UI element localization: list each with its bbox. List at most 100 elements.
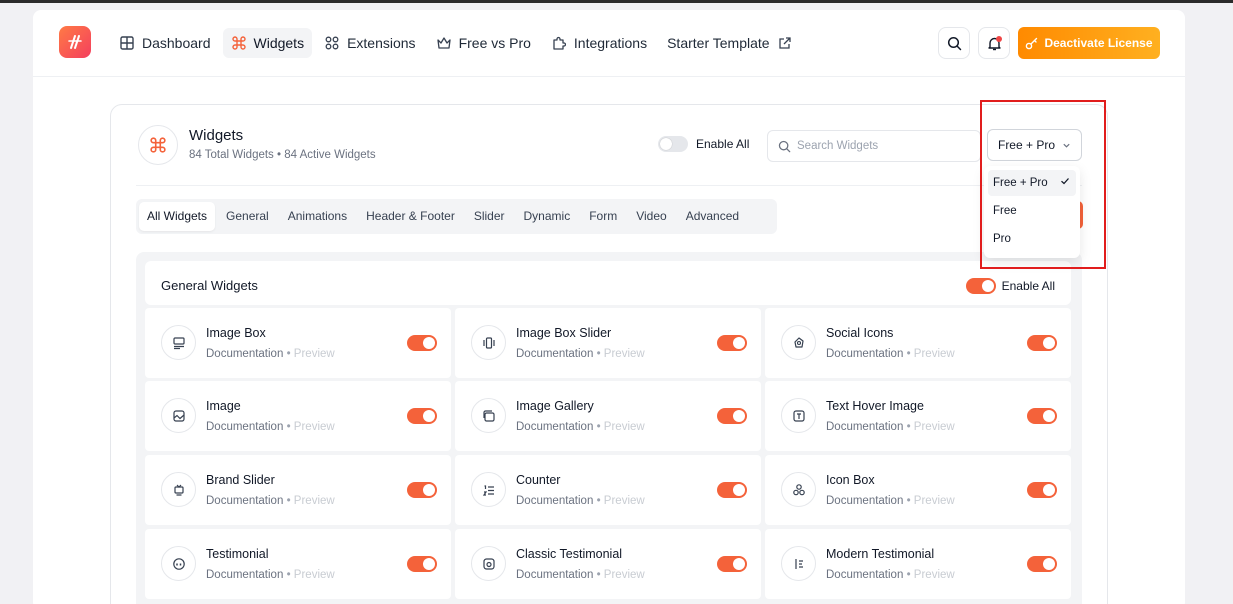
preview-link[interactable]: Preview [914, 569, 955, 581]
search-widgets-input[interactable] [797, 140, 967, 152]
widget-card: Image Box Slider Documentation • Preview [455, 308, 761, 378]
social-icon [781, 325, 816, 360]
tab-advanced[interactable]: Advanced [678, 202, 747, 231]
documentation-link[interactable]: Documentation [516, 421, 593, 433]
documentation-link[interactable]: Documentation [206, 495, 283, 507]
brand-slider-icon [161, 472, 196, 507]
widget-toggle[interactable] [717, 482, 747, 498]
deactivate-license-button[interactable]: Deactivate License [1018, 27, 1160, 59]
widget-toggle[interactable] [1027, 482, 1057, 498]
widget-toggle[interactable] [1027, 335, 1057, 351]
enable-all-switch[interactable] [658, 136, 688, 152]
window-top-edge [0, 0, 1233, 3]
widget-links: Documentation • Preview [206, 421, 335, 433]
nav-dashboard[interactable]: Dashboard [111, 28, 219, 58]
tab-slider[interactable]: Slider [466, 202, 513, 231]
notifications-button[interactable] [978, 27, 1010, 59]
documentation-link[interactable]: Documentation [826, 348, 903, 360]
group-title: General Widgets [161, 278, 258, 293]
widget-toggle[interactable] [1027, 556, 1057, 572]
classic-testimonial-icon [471, 546, 506, 581]
nav-integrations[interactable]: Integrations [543, 28, 655, 58]
modern-testimonial-icon [781, 546, 816, 581]
icon-box-icon [781, 472, 816, 507]
preview-link[interactable]: Preview [294, 421, 335, 433]
widget-toggle[interactable] [717, 408, 747, 424]
preview-link[interactable]: Preview [604, 421, 645, 433]
widget-card: Image Documentation • Preview [145, 381, 451, 451]
preview-link[interactable]: Preview [604, 348, 645, 360]
crown-icon [436, 35, 452, 51]
widget-card: Modern Testimonial Documentation • Previe… [765, 529, 1071, 599]
widget-toggle[interactable] [717, 556, 747, 572]
documentation-link[interactable]: Documentation [826, 495, 903, 507]
tab-header-footer[interactable]: Header & Footer [358, 202, 463, 231]
documentation-link[interactable]: Documentation [826, 421, 903, 433]
main-nav: Dashboard Widgets Extensions Free vs Pro [111, 28, 805, 58]
widget-name: Social Icons [826, 326, 894, 340]
widget-card: Social Icons Documentation • Preview [765, 308, 1071, 378]
preview-link[interactable]: Preview [914, 421, 955, 433]
widget-card: Testimonial Documentation • Preview [145, 529, 451, 599]
documentation-link[interactable]: Documentation [206, 348, 283, 360]
widget-toggle[interactable] [407, 335, 437, 351]
nav-widgets-label: Widgets [253, 35, 305, 51]
documentation-link[interactable]: Documentation [516, 495, 593, 507]
group-header: General Widgets Enable All [145, 261, 1071, 305]
preview-link[interactable]: Preview [604, 569, 645, 581]
widget-toggle[interactable] [717, 335, 747, 351]
widget-card: Counter Documentation • Preview [455, 455, 761, 525]
group-enable-all[interactable]: Enable All [965, 278, 1055, 294]
preview-link[interactable]: Preview [914, 348, 955, 360]
preview-link[interactable]: Preview [604, 495, 645, 507]
category-tabs: All Widgets General Animations Header & … [136, 199, 777, 234]
search-widgets-box[interactable] [767, 130, 981, 162]
annotation-highlight-box [980, 100, 1106, 269]
tab-all-widgets[interactable]: All Widgets [139, 202, 216, 231]
command-icon [231, 35, 247, 51]
widget-toggle[interactable] [407, 482, 437, 498]
widget-name: Image [206, 399, 241, 413]
preview-link[interactable]: Preview [294, 495, 335, 507]
widget-name: Counter [516, 473, 561, 487]
tab-animations[interactable]: Animations [280, 202, 355, 231]
nav-extensions-label: Extensions [347, 35, 416, 51]
link-separator: • [906, 348, 911, 360]
group-enable-all-switch[interactable] [965, 278, 996, 294]
enable-all-toggle-top[interactable]: Enable All [658, 136, 749, 152]
link-separator: • [906, 421, 911, 433]
widget-links: Documentation • Preview [516, 348, 645, 360]
widget-toggle[interactable] [407, 408, 437, 424]
tab-video[interactable]: Video [628, 202, 674, 231]
widget-card: Text Hover Image Documentation • Preview [765, 381, 1071, 451]
nav-widgets[interactable]: Widgets [222, 28, 313, 58]
search-button[interactable] [938, 27, 970, 59]
header-divider [136, 185, 1082, 186]
widget-card: Image Box Documentation • Preview [145, 308, 451, 378]
documentation-link[interactable]: Documentation [516, 569, 593, 581]
tab-form[interactable]: Form [581, 202, 625, 231]
nav-free-vs-pro[interactable]: Free vs Pro [428, 28, 539, 58]
widget-toggle[interactable] [407, 556, 437, 572]
documentation-link[interactable]: Documentation [206, 421, 283, 433]
documentation-link[interactable]: Documentation [826, 569, 903, 581]
widgets-area: General Widgets Enable All Image Box Docu… [136, 252, 1082, 604]
widget-toggle[interactable] [1027, 408, 1057, 424]
counter-icon [471, 472, 506, 507]
nav-starter-template[interactable]: Starter Template [659, 28, 800, 58]
tab-general[interactable]: General [218, 202, 277, 231]
nav-extensions[interactable]: Extensions [316, 28, 423, 58]
widget-name: Modern Testimonial [826, 547, 935, 561]
preview-link[interactable]: Preview [294, 569, 335, 581]
app-logo[interactable] [59, 26, 91, 58]
preview-link[interactable]: Preview [914, 495, 955, 507]
widget-name: Icon Box [826, 473, 875, 487]
widget-links: Documentation • Preview [206, 495, 335, 507]
widget-card: Image Gallery Documentation • Preview [455, 381, 761, 451]
preview-link[interactable]: Preview [294, 348, 335, 360]
documentation-link[interactable]: Documentation [516, 348, 593, 360]
tab-dynamic[interactable]: Dynamic [516, 202, 579, 231]
quote-icon [161, 546, 196, 581]
documentation-link[interactable]: Documentation [206, 569, 283, 581]
widget-card: Brand Slider Documentation • Preview [145, 455, 451, 525]
